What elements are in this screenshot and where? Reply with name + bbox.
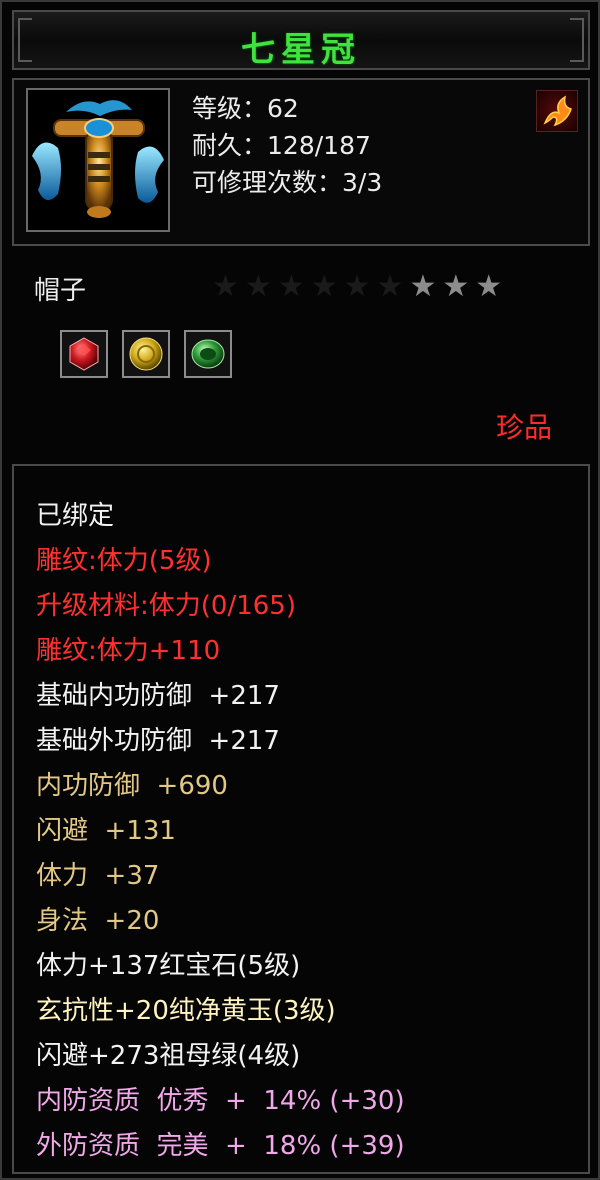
gem-sockets <box>60 330 232 378</box>
gem-slot-emerald[interactable] <box>184 330 232 378</box>
level-row: 等级 ： 62 <box>192 90 382 127</box>
flame-icon <box>536 90 578 132</box>
star-empty-icon: ★ <box>244 269 272 304</box>
attribute-line: 闪避+273祖母绿(4级) <box>36 1041 301 1071</box>
level-value: 62 <box>267 94 299 123</box>
star-empty-icon: ★ <box>212 269 239 304</box>
repair-separator: ： <box>317 168 343 197</box>
attribute-line: 基础外功防御 +217 <box>36 726 280 756</box>
attribute-list: 已绑定 雕纹:体力(5级) 升级材料:体力(0/165) 雕纹:体力+110 基… <box>36 494 405 1169</box>
attribute-line: 雕纹:体力+110 <box>36 636 221 666</box>
level-separator: ： <box>242 94 268 123</box>
durability-label: 耐久 <box>192 131 243 160</box>
star-empty-icon: ★ <box>310 269 338 304</box>
attribute-line: 身法 +20 <box>36 906 160 936</box>
item-info-panel: 等级 ： 62 耐久 ： 128/187 可修理次数 ： 3/3 <box>12 78 590 246</box>
helmet-crown-icon <box>32 100 164 218</box>
attribute-line: 体力 +37 <box>36 861 160 891</box>
attribute-line: 基础内功防御 +217 <box>36 681 280 711</box>
star-empty-icon: ★ <box>376 269 404 304</box>
star-filled-icon: ★ <box>442 269 470 304</box>
item-stats: 等级 ： 62 耐久 ： 128/187 可修理次数 ： 3/3 <box>192 90 382 201</box>
attribute-line: 内防资质 优秀 + 14% (+30) <box>36 1086 405 1116</box>
star-empty-icon: ★ <box>343 269 371 304</box>
item-tooltip: 七星冠 等级 ： 62 耐久 ： 128/187 可修理次数 ： 3/3 帽子 … <box>0 0 600 1180</box>
durability-value: 128/187 <box>267 131 371 160</box>
yellow-jade-gem-icon <box>129 337 163 371</box>
star-filled-icon: ★ <box>475 269 503 304</box>
level-label: 等级 <box>192 94 243 123</box>
rarity-label: 珍品 <box>495 411 552 444</box>
durability-row: 耐久 ： 128/187 <box>192 127 382 164</box>
repair-value: 3/3 <box>342 168 383 197</box>
attribute-line: 闪避 +131 <box>36 816 176 846</box>
star-filled-icon: ★ <box>409 269 437 304</box>
repair-row: 可修理次数 ： 3/3 <box>192 164 382 201</box>
attribute-line: 体力+137红宝石(5级) <box>36 951 301 981</box>
star-rating: ★ ★ ★ ★ ★ ★ ★ ★ ★ <box>212 272 502 302</box>
attribute-line: 内功防御 +690 <box>36 771 228 801</box>
attribute-line: 已绑定 <box>36 501 115 531</box>
attribute-line: 雕纹:体力(5级) <box>36 546 212 576</box>
attribute-line: 玄抗性+20纯净黄玉(3级) <box>36 996 336 1026</box>
attribute-line: 升级材料:体力(0/165) <box>36 591 296 621</box>
attributes-panel: 已绑定 雕纹:体力(5级) 升级材料:体力(0/165) 雕纹:体力+110 基… <box>12 464 590 1174</box>
item-type: 帽子 <box>34 276 87 306</box>
gem-slot-ruby[interactable] <box>60 330 108 378</box>
gem-slot-yellow-jade[interactable] <box>122 330 170 378</box>
title-bar: 七星冠 <box>12 10 590 70</box>
durability-separator: ： <box>242 131 268 160</box>
item-icon-slot[interactable] <box>26 88 170 232</box>
ruby-gem-icon <box>69 337 99 371</box>
star-empty-icon: ★ <box>277 269 305 304</box>
title-ornament-right <box>570 18 584 62</box>
item-name: 七星冠 <box>241 30 361 70</box>
attribute-line: 外防资质 完美 + 18% (+39) <box>36 1131 405 1161</box>
repair-label: 可修理次数 <box>192 168 318 197</box>
emerald-gem-icon <box>191 339 225 369</box>
